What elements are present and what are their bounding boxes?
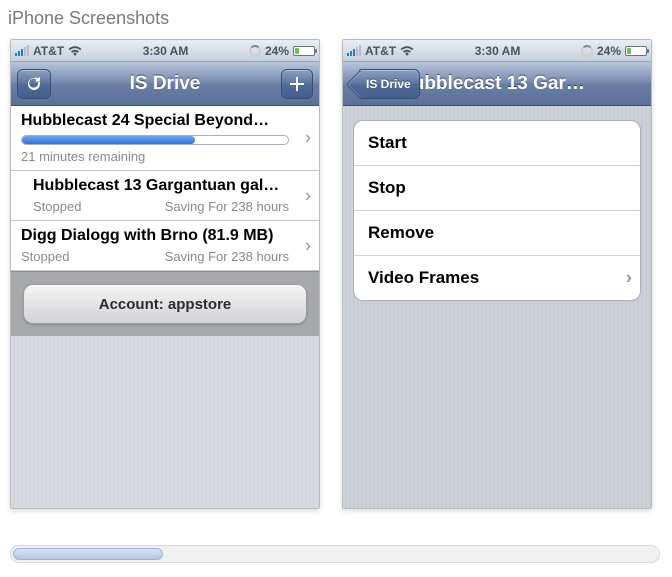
downloads-list: Hubblecast 24 Special Beyond… 21 minutes… (11, 106, 319, 508)
action-video-frames[interactable]: Video Frames › (354, 256, 640, 300)
action-remove[interactable]: Remove (354, 211, 640, 256)
refresh-button[interactable] (17, 69, 51, 99)
battery-percent: 24% (597, 44, 621, 58)
action-start[interactable]: Start (354, 121, 640, 166)
chevron-right-icon: › (305, 185, 311, 206)
chevron-right-icon: › (305, 235, 311, 256)
account-region: Account: appstore (11, 271, 319, 336)
plus-icon (290, 77, 304, 91)
nav-bar: IS Drive Hubblecast 13 Garga… (343, 62, 651, 106)
item-status-left: Stopped (33, 199, 81, 214)
wifi-icon (68, 46, 82, 56)
item-status-left: Stopped (21, 249, 69, 264)
status-bar: AT&T 3:30 AM 24% (11, 40, 319, 62)
actions-group: Start Stop Remove Video Frames › (353, 120, 641, 301)
activity-spinner-icon (581, 45, 593, 57)
item-status-right: Saving For 238 hours (165, 199, 289, 214)
screenshot-2: AT&T 3:30 AM 24% IS Drive Hubblecast 13 … (342, 39, 652, 509)
action-label: Video Frames (368, 268, 479, 287)
item-status-left: 21 minutes remaining (21, 149, 145, 164)
actions-panel: Start Stop Remove Video Frames › (343, 106, 651, 508)
back-button[interactable]: IS Drive (359, 69, 420, 99)
nav-bar: IS Drive (11, 62, 319, 106)
account-button[interactable]: Account: appstore (23, 284, 307, 324)
list-item[interactable]: Hubblecast 13 Gargantuan gal… Stopped Sa… (11, 171, 319, 221)
signal-icon (347, 46, 361, 56)
refresh-icon (26, 76, 42, 92)
item-title: Digg Dialogg with Brno (81.9 MB) (21, 227, 289, 245)
screenshot-1: AT&T 3:30 AM 24% IS Drive Hub (10, 39, 320, 509)
activity-spinner-icon (249, 45, 261, 57)
signal-icon (15, 46, 29, 56)
item-title: Hubblecast 13 Gargantuan gal… (33, 177, 289, 195)
progress-bar (21, 135, 289, 145)
battery-percent: 24% (265, 44, 289, 58)
action-stop[interactable]: Stop (354, 166, 640, 211)
carrier-label: AT&T (33, 44, 64, 58)
battery-icon (293, 46, 315, 56)
action-label: Start (368, 133, 407, 152)
chevron-right-icon: › (626, 268, 632, 289)
wifi-icon (400, 46, 414, 56)
chevron-right-icon: › (305, 128, 311, 149)
add-button[interactable] (281, 69, 313, 99)
list-item[interactable]: Hubblecast 24 Special Beyond… 21 minutes… (11, 106, 319, 171)
horizontal-scrollbar[interactable] (10, 545, 660, 563)
list-item[interactable]: Digg Dialogg with Brno (81.9 MB) Stopped… (11, 221, 319, 271)
item-status-right: Saving For 238 hours (165, 249, 289, 264)
scrollbar-thumb[interactable] (13, 548, 163, 560)
battery-icon (625, 46, 647, 56)
action-label: Remove (368, 223, 434, 242)
nav-title: IS Drive (11, 73, 319, 95)
item-title: Hubblecast 24 Special Beyond… (21, 112, 289, 130)
status-bar: AT&T 3:30 AM 24% (343, 40, 651, 62)
back-label: IS Drive (366, 77, 411, 91)
carrier-label: AT&T (365, 44, 396, 58)
clock-label: 3:30 AM (414, 44, 581, 58)
page-heading: iPhone Screenshots (0, 0, 672, 39)
action-label: Stop (368, 178, 406, 197)
clock-label: 3:30 AM (82, 44, 249, 58)
